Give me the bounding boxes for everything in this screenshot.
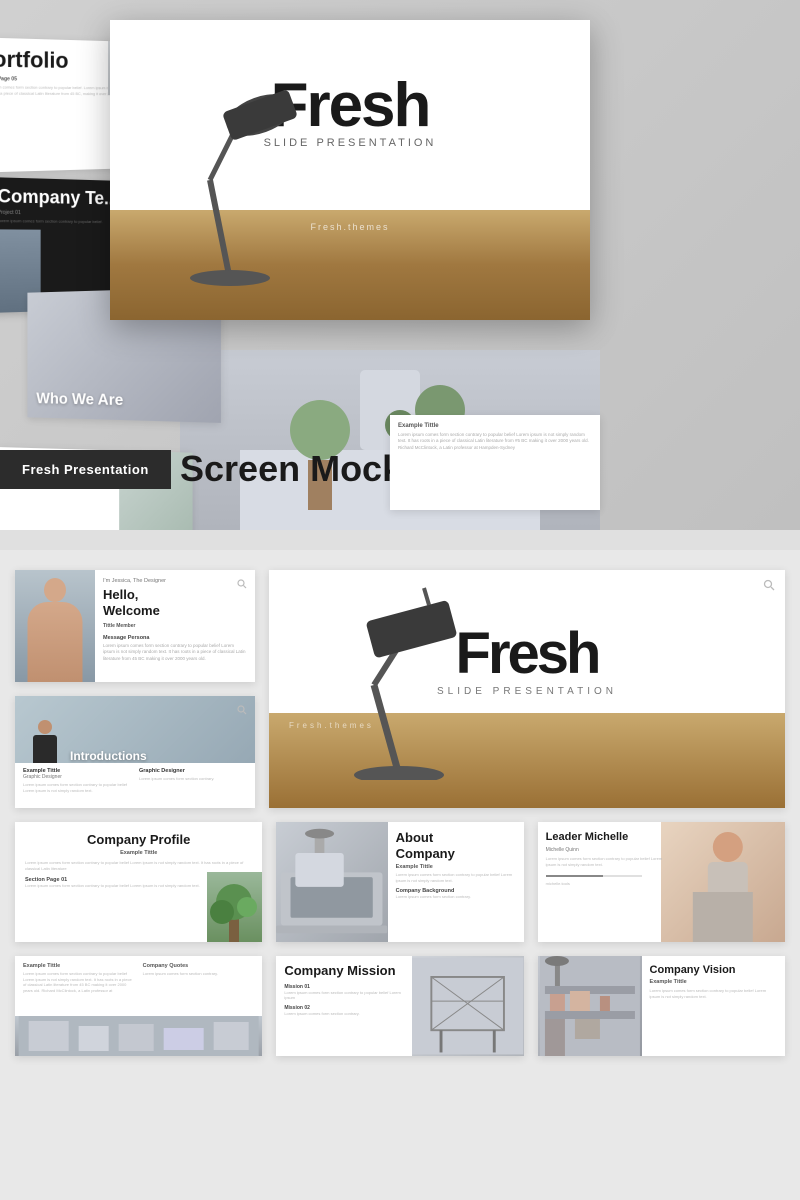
company-quotes-label: Company Quotes — [143, 963, 255, 969]
fresh-main-sub: Slide Presentation — [269, 686, 785, 697]
row-3-layout: Example Tittle Lorem ipsum comes form se… — [15, 956, 785, 1056]
mission-item2-text: Lorem ipsum comes form section contrary. — [284, 1011, 404, 1016]
about-title: AboutCompany — [396, 830, 516, 861]
leader-progress-bg — [546, 875, 642, 877]
mission-img-side — [412, 956, 523, 1056]
hello-name-label: I'm Jessica, The Designer — [103, 578, 247, 584]
slide-leader-michelle[interactable]: Leader Michelle Michelle Quinn Lorem ips… — [538, 822, 785, 942]
intro-col2-title: Graphic Designer — [139, 768, 247, 774]
slide-hello-welcome[interactable]: I'm Jessica, The Designer Hello,Welcome … — [15, 570, 255, 682]
mission-content: Company Mission Mission 01 Lorem ipsum c… — [276, 956, 412, 1056]
slide-company-mission[interactable]: Company Mission Mission 01 Lorem ipsum c… — [276, 956, 523, 1056]
et-sub-text: Lorem ipsum comes form section contrary. — [143, 971, 255, 977]
intro-col1: Example Tittle Graphic Designer Lorem ip… — [23, 768, 131, 803]
intro-search-icon[interactable] — [237, 702, 247, 720]
intro-person — [30, 720, 60, 765]
slide-example-title[interactable]: Example Tittle Lorem ipsum comes form se… — [15, 956, 262, 1056]
slide-about-company[interactable]: AboutCompany Example Tittle Lorem ipsum … — [276, 822, 523, 942]
et-left: Example Tittle Lorem ipsum comes form se… — [23, 963, 135, 1009]
company-profile-plant — [207, 872, 262, 942]
about-img-side — [276, 822, 387, 942]
slide-introductions[interactable]: Introductions Example Tittle Graphic Des… — [15, 696, 255, 808]
hello-person-img — [15, 570, 95, 682]
who-we-are-title: Who We Are — [36, 391, 123, 410]
et-bottom-img — [15, 1016, 262, 1056]
company-profile-content: Company Profile Example Tittle Lorem ips… — [15, 822, 262, 942]
example-tittle-mini-desc: Lorem ipsum comes form section contrary … — [398, 432, 592, 451]
fresh-main-search-icon[interactable] — [763, 578, 775, 596]
company-profile-subtitle: Example Tittle — [25, 850, 252, 856]
left-col-slides: I'm Jessica, The Designer Hello,Welcome … — [15, 570, 255, 808]
mission-title: Company Mission — [284, 964, 404, 978]
hello-subtitle: Tittle Member — [103, 623, 247, 629]
section-divider — [0, 530, 800, 550]
et-text: Lorem ipsum comes form section contrary … — [23, 971, 135, 993]
intro-col2: Graphic Designer Lorem ipsum comes form … — [139, 768, 247, 803]
leader-text: Lorem ipsum comes form section contrary … — [546, 856, 666, 867]
about-text: Lorem ipsum comes form section contrary … — [396, 872, 516, 883]
example-tittle-mini-slide[interactable]: Example Tittle Lorem ipsum comes form se… — [390, 415, 600, 510]
intro-label: Introductions — [70, 749, 147, 763]
about-company-bg-text: Lorem ipsum comes form section contrary. — [396, 894, 516, 900]
intro-col2-text: Lorem ipsum comes form section contrary. — [139, 776, 247, 782]
example-title-top: Example Tittle Lorem ipsum comes form se… — [15, 956, 262, 1016]
example-tittle-mini-label: Example Tittle — [398, 423, 592, 429]
fresh-main-text: Fresh — [269, 625, 785, 683]
hello-message-label: Message Persona — [103, 635, 247, 641]
intro-col1-name: Graphic Designer — [23, 774, 131, 780]
vision-subtitle: Example Tittle — [650, 979, 777, 985]
mission-item1-text: Lorem ipsum comes form section contrary … — [284, 990, 404, 1000]
slide-fresh-main[interactable]: Fresh Slide Presentation Fresh.themes — [269, 570, 785, 808]
fresh-main-logo: Fresh Slide Presentation — [269, 570, 785, 697]
fresh-presentation-button[interactable]: Fresh Presentation — [0, 450, 171, 489]
about-laptop-svg — [276, 822, 387, 942]
leader-title: Leader Michelle — [546, 830, 666, 844]
vision-img-side — [538, 956, 642, 1056]
vision-text: Lorem ipsum comes form section contrary … — [650, 988, 777, 999]
leader-content: Leader Michelle Michelle Quinn Lorem ips… — [538, 822, 674, 942]
hello-search-icon[interactable] — [237, 576, 247, 594]
leader-person-bg — [661, 822, 785, 942]
hello-title: Hello,Welcome — [103, 587, 247, 618]
et-label: Example Tittle — [23, 963, 135, 969]
slide-company-vision[interactable]: Company Vision Example Tittle Lorem ipsu… — [538, 956, 785, 1056]
hello-desc: Lorem ipsum comes form section contrary … — [103, 643, 247, 662]
slide-company-profile-bottom[interactable]: Company Profile Example Tittle Lorem ips… — [15, 822, 262, 942]
leader-name: Michelle Quinn — [546, 847, 666, 853]
hello-content: I'm Jessica, The Designer Hello,Welcome … — [95, 570, 255, 682]
top-section: Portfolio Section Page 05 Lorem ipsum co… — [0, 0, 800, 530]
row-1-layout: I'm Jessica, The Designer Hello,Welcome … — [15, 570, 785, 808]
vision-title: Company Vision — [650, 964, 777, 976]
about-content: AboutCompany Example Tittle Lorem ipsum … — [388, 822, 524, 942]
intro-content-bar: Example Tittle Graphic Designer Lorem ip… — [15, 763, 255, 808]
main-content-area: I'm Jessica, The Designer Hello,Welcome … — [0, 550, 800, 1090]
vision-content: Company Vision Example Tittle Lorem ipsu… — [642, 956, 785, 1056]
row-2-layout: Company Profile Example Tittle Lorem ips… — [15, 822, 785, 942]
leader-progress-fill — [546, 875, 604, 877]
main-fresh-slide[interactable]: Fresh Slide Presentation Fresh.themes — [110, 20, 590, 320]
et-right: Company Quotes Lorem ipsum comes form se… — [143, 963, 255, 1009]
intro-col1-text: Lorem ipsum comes form section contrary … — [23, 782, 131, 793]
about-subtitle: Example Tittle — [396, 864, 516, 870]
company-profile-title: Company Profile — [25, 832, 252, 847]
lamp-svg — [130, 60, 330, 300]
company-profile-text: Lorem ipsum comes form section contrary … — [25, 860, 252, 871]
leader-role: michelle.tools — [546, 881, 666, 886]
